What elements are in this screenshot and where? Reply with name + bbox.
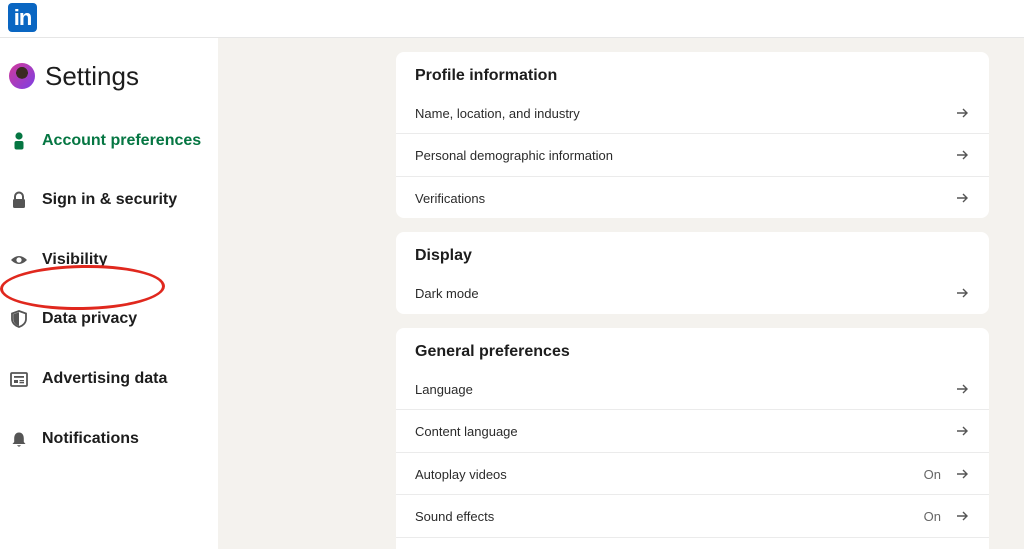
settings-sidebar: Settings Account preferences Sign in & s… — [0, 38, 218, 549]
row-label: Dark mode — [415, 285, 479, 301]
settings-row-dark-mode[interactable]: Dark mode — [396, 272, 989, 314]
arrow-right-icon — [955, 424, 969, 438]
sidebar-item-account-preferences[interactable]: Account preferences — [10, 126, 201, 156]
settings-row-name-location-industry[interactable]: Name, location, and industry — [396, 92, 989, 134]
lock-icon — [10, 191, 28, 209]
row-value: On — [923, 508, 941, 524]
arrow-right-icon — [955, 191, 969, 205]
row-label: Verifications — [415, 190, 486, 206]
settings-row-verifications[interactable]: Verifications — [396, 177, 989, 219]
person-icon — [10, 132, 28, 150]
page-title: Settings — [45, 60, 139, 91]
row-divider — [396, 537, 989, 538]
section-title: Profile information — [415, 67, 558, 84]
arrow-right-icon — [955, 148, 969, 162]
row-label: Personal demographic information — [415, 147, 613, 163]
section-title: Display — [415, 247, 472, 264]
section-title: General preferences — [415, 343, 570, 360]
display-card: Display Dark mode — [396, 232, 989, 314]
sidebar-item-sign-in-security[interactable]: Sign in & security — [10, 185, 177, 215]
arrow-right-icon — [955, 286, 969, 300]
settings-row-content-language[interactable]: Content language — [396, 410, 989, 452]
arrow-right-icon — [955, 382, 969, 396]
eye-icon — [10, 251, 28, 269]
sidebar-item-label: Sign in & security — [42, 191, 178, 208]
top-bar: in — [0, 0, 1024, 38]
arrow-right-icon — [955, 106, 969, 120]
sidebar-item-label: Account preferences — [42, 132, 202, 149]
shield-icon — [10, 310, 28, 328]
avatar[interactable] — [9, 63, 35, 89]
sidebar-item-label: Notifications — [42, 430, 139, 447]
sidebar-item-label: Visibility — [42, 251, 108, 268]
bell-icon — [10, 430, 28, 448]
sidebar-item-label: Advertising data — [42, 370, 168, 387]
row-label: Autoplay videos — [415, 466, 507, 482]
arrow-right-icon — [955, 509, 969, 523]
settings-header: Settings — [9, 60, 139, 92]
newspaper-icon — [10, 370, 28, 388]
row-label: Language — [415, 381, 473, 397]
general-preferences-card: General preferences Language Content lan… — [396, 328, 989, 549]
row-value: On — [923, 466, 941, 482]
settings-row-autoplay-videos[interactable]: Autoplay videos On — [396, 453, 989, 495]
settings-row-sound-effects[interactable]: Sound effects On — [396, 495, 989, 537]
sidebar-item-notifications[interactable]: Notifications — [10, 424, 139, 454]
arrow-right-icon — [955, 467, 969, 481]
row-label: Sound effects — [415, 508, 495, 524]
row-label: Name, location, and industry — [415, 105, 580, 121]
sidebar-item-advertising-data[interactable]: Advertising data — [10, 364, 167, 394]
sidebar-item-label: Data privacy — [42, 310, 138, 327]
row-label: Content language — [415, 423, 518, 439]
profile-information-card: Profile information Name, location, and … — [396, 52, 989, 218]
sidebar-item-data-privacy[interactable]: Data privacy — [10, 304, 137, 334]
sidebar-item-visibility[interactable]: Visibility — [10, 245, 108, 275]
settings-row-language[interactable]: Language — [396, 368, 989, 410]
linkedin-logo[interactable]: in — [8, 3, 37, 32]
settings-row-personal-demographic[interactable]: Personal demographic information — [396, 134, 989, 176]
